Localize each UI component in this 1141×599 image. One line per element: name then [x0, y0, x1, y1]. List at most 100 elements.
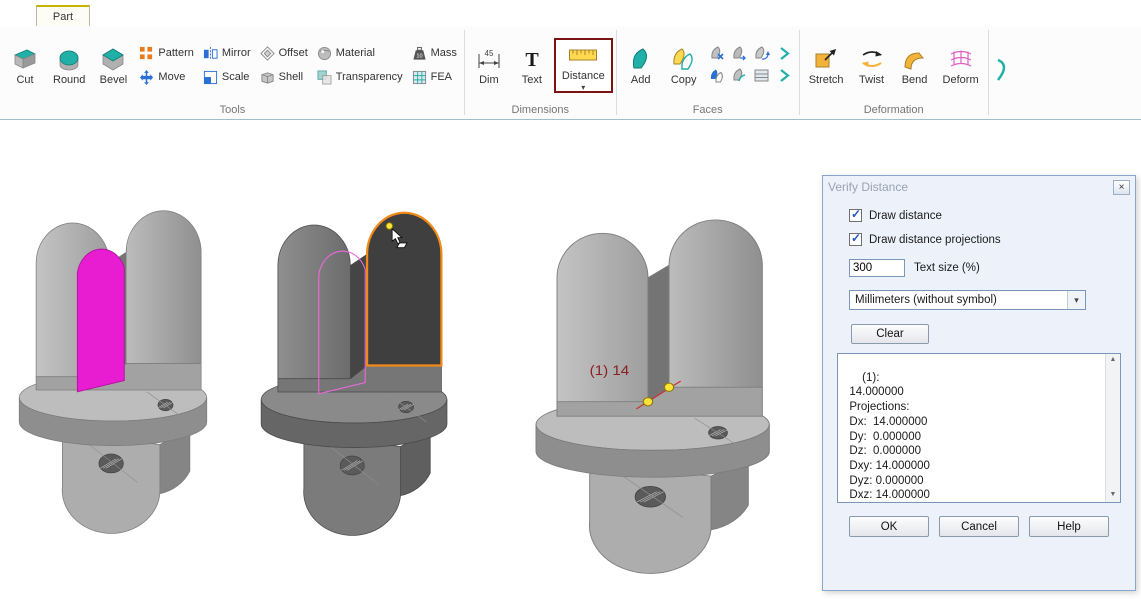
cancel-button[interactable]: Cancel	[939, 516, 1019, 537]
close-icon[interactable]: ×	[1113, 180, 1130, 195]
text-label: Text	[522, 74, 542, 86]
rotate-face-icon[interactable]	[752, 44, 772, 64]
cut-button[interactable]: Cut	[6, 43, 44, 87]
text-button[interactable]: T Text	[513, 43, 551, 87]
mirror-button[interactable]: Mirror	[201, 45, 253, 62]
distance-ruler-icon	[568, 42, 598, 68]
mass-button[interactable]: 10 Mass	[410, 45, 459, 62]
ribbon-separator	[616, 30, 617, 115]
help-button[interactable]: Help	[1029, 516, 1109, 537]
cut-icon	[12, 46, 38, 72]
scale-button[interactable]: Scale	[201, 69, 253, 86]
ribbon-group-deformation: Stretch Twist Bend Deform Deformation	[801, 26, 987, 119]
svg-text:10: 10	[416, 53, 422, 59]
replace-face-icon[interactable]	[730, 66, 750, 86]
dim-button[interactable]: 45 Dim	[470, 43, 508, 87]
deform-button[interactable]: Deform	[939, 43, 983, 87]
chevron-down-icon[interactable]: ▾	[1067, 291, 1085, 309]
add-face-button[interactable]: Add	[622, 43, 660, 87]
tab-part[interactable]: Part	[36, 5, 90, 26]
dialog-titlebar[interactable]: Verify Distance ×	[823, 176, 1135, 198]
draw-projections-checkbox[interactable]: ✓	[849, 233, 862, 246]
move-face-icon[interactable]	[730, 44, 750, 64]
mirror-label: Mirror	[222, 47, 251, 59]
copy-face-button[interactable]: Copy	[665, 43, 703, 87]
mirror-icon	[203, 46, 218, 61]
part-view-distance-measured[interactable]: (1) 14	[522, 162, 802, 596]
clear-button[interactable]: Clear	[851, 324, 929, 344]
round-button[interactable]: Round	[49, 43, 89, 87]
shell-button[interactable]: Shell	[258, 69, 310, 86]
twist-button[interactable]: Twist	[853, 43, 891, 87]
move-label: Move	[158, 71, 185, 83]
units-selected-value: Millimeters (without symbol)	[855, 294, 997, 306]
ribbon: Cut Round Bevel Pattern Move	[0, 26, 1141, 120]
ribbon-overflow-area	[990, 26, 1139, 119]
ribbon-separator	[799, 30, 800, 115]
copy-face-icon	[671, 46, 697, 72]
ribbon-separator	[464, 30, 465, 115]
group-label-tools: Tools	[2, 104, 463, 119]
offset-icon	[260, 46, 275, 61]
expand-faces-2-icon[interactable]	[774, 66, 794, 86]
ok-button[interactable]: OK	[849, 516, 929, 537]
results-box[interactable]: (1): 14.000000 Projections: Dx: 14.00000…	[837, 353, 1121, 503]
bend-button[interactable]: Bend	[896, 43, 934, 87]
results-scrollbar[interactable]: ▲ ▼	[1105, 354, 1120, 502]
check-icon: ✓	[851, 231, 861, 245]
offset-button[interactable]: Offset	[258, 45, 310, 62]
mass-label: Mass	[431, 47, 457, 59]
tab-bar: Part	[0, 0, 1141, 26]
material-label: Material	[336, 47, 375, 59]
verify-distance-dialog: Verify Distance × ✓ Draw distance ✓ Draw…	[822, 175, 1136, 591]
fea-button[interactable]: FEA	[410, 69, 459, 86]
draw-projections-label: Draw distance projections	[869, 234, 1001, 246]
move-button[interactable]: Move	[137, 69, 195, 86]
twist-label: Twist	[859, 74, 884, 86]
dialog-title: Verify Distance	[828, 180, 908, 194]
scroll-up-icon[interactable]: ▲	[1110, 354, 1117, 367]
deform-icon	[948, 46, 974, 72]
twist-icon	[859, 46, 885, 72]
scroll-down-icon[interactable]: ▼	[1110, 489, 1117, 502]
bevel-icon	[100, 46, 126, 72]
stretch-button[interactable]: Stretch	[805, 43, 848, 87]
remove-face-icon[interactable]	[708, 44, 728, 64]
distance-button[interactable]: Distance ▾	[556, 40, 611, 91]
check-icon: ✓	[851, 207, 861, 221]
ribbon-separator	[988, 30, 989, 115]
transparency-button[interactable]: Transparency	[315, 69, 405, 86]
text-icon: T	[519, 46, 545, 72]
stretch-icon	[813, 46, 839, 72]
group-label-faces: Faces	[618, 104, 798, 119]
pattern-button[interactable]: Pattern	[137, 45, 195, 62]
draw-distance-checkbox[interactable]: ✓	[849, 209, 862, 222]
clipped-tool-icon[interactable]	[990, 57, 1016, 88]
model-canvas[interactable]: (1) 14 Verify Distance × ✓ Draw distance…	[0, 120, 1141, 598]
draw-distance-row: ✓ Draw distance	[849, 209, 1135, 222]
deform-label: Deform	[943, 74, 979, 86]
ribbon-group-tools: Cut Round Bevel Pattern Move	[2, 26, 463, 119]
text-size-label: Text size (%)	[914, 262, 980, 274]
merge-face-icon[interactable]	[752, 66, 772, 86]
pattern-icon	[139, 46, 154, 61]
part-view-highlighted-face[interactable]	[8, 158, 233, 554]
pattern-label: Pattern	[158, 47, 193, 59]
group-label-deformation: Deformation	[801, 104, 987, 119]
material-button[interactable]: Material	[315, 45, 405, 62]
transparency-label: Transparency	[336, 71, 403, 83]
text-size-input[interactable]	[849, 259, 905, 277]
material-icon	[317, 46, 332, 61]
expand-faces-icon[interactable]	[774, 44, 794, 64]
distance-dropdown-caret-icon[interactable]: ▾	[581, 84, 585, 91]
fea-label: FEA	[431, 71, 452, 83]
shell-label: Shell	[279, 71, 303, 83]
offset-label: Offset	[279, 47, 308, 59]
offset-face-icon[interactable]	[708, 66, 728, 86]
fea-icon	[412, 70, 427, 85]
round-icon	[56, 46, 82, 72]
part-view-face-selection[interactable]	[250, 160, 473, 556]
shell-icon	[260, 70, 275, 85]
bevel-button[interactable]: Bevel	[94, 43, 132, 87]
units-dropdown[interactable]: Millimeters (without symbol) ▾	[849, 290, 1086, 310]
